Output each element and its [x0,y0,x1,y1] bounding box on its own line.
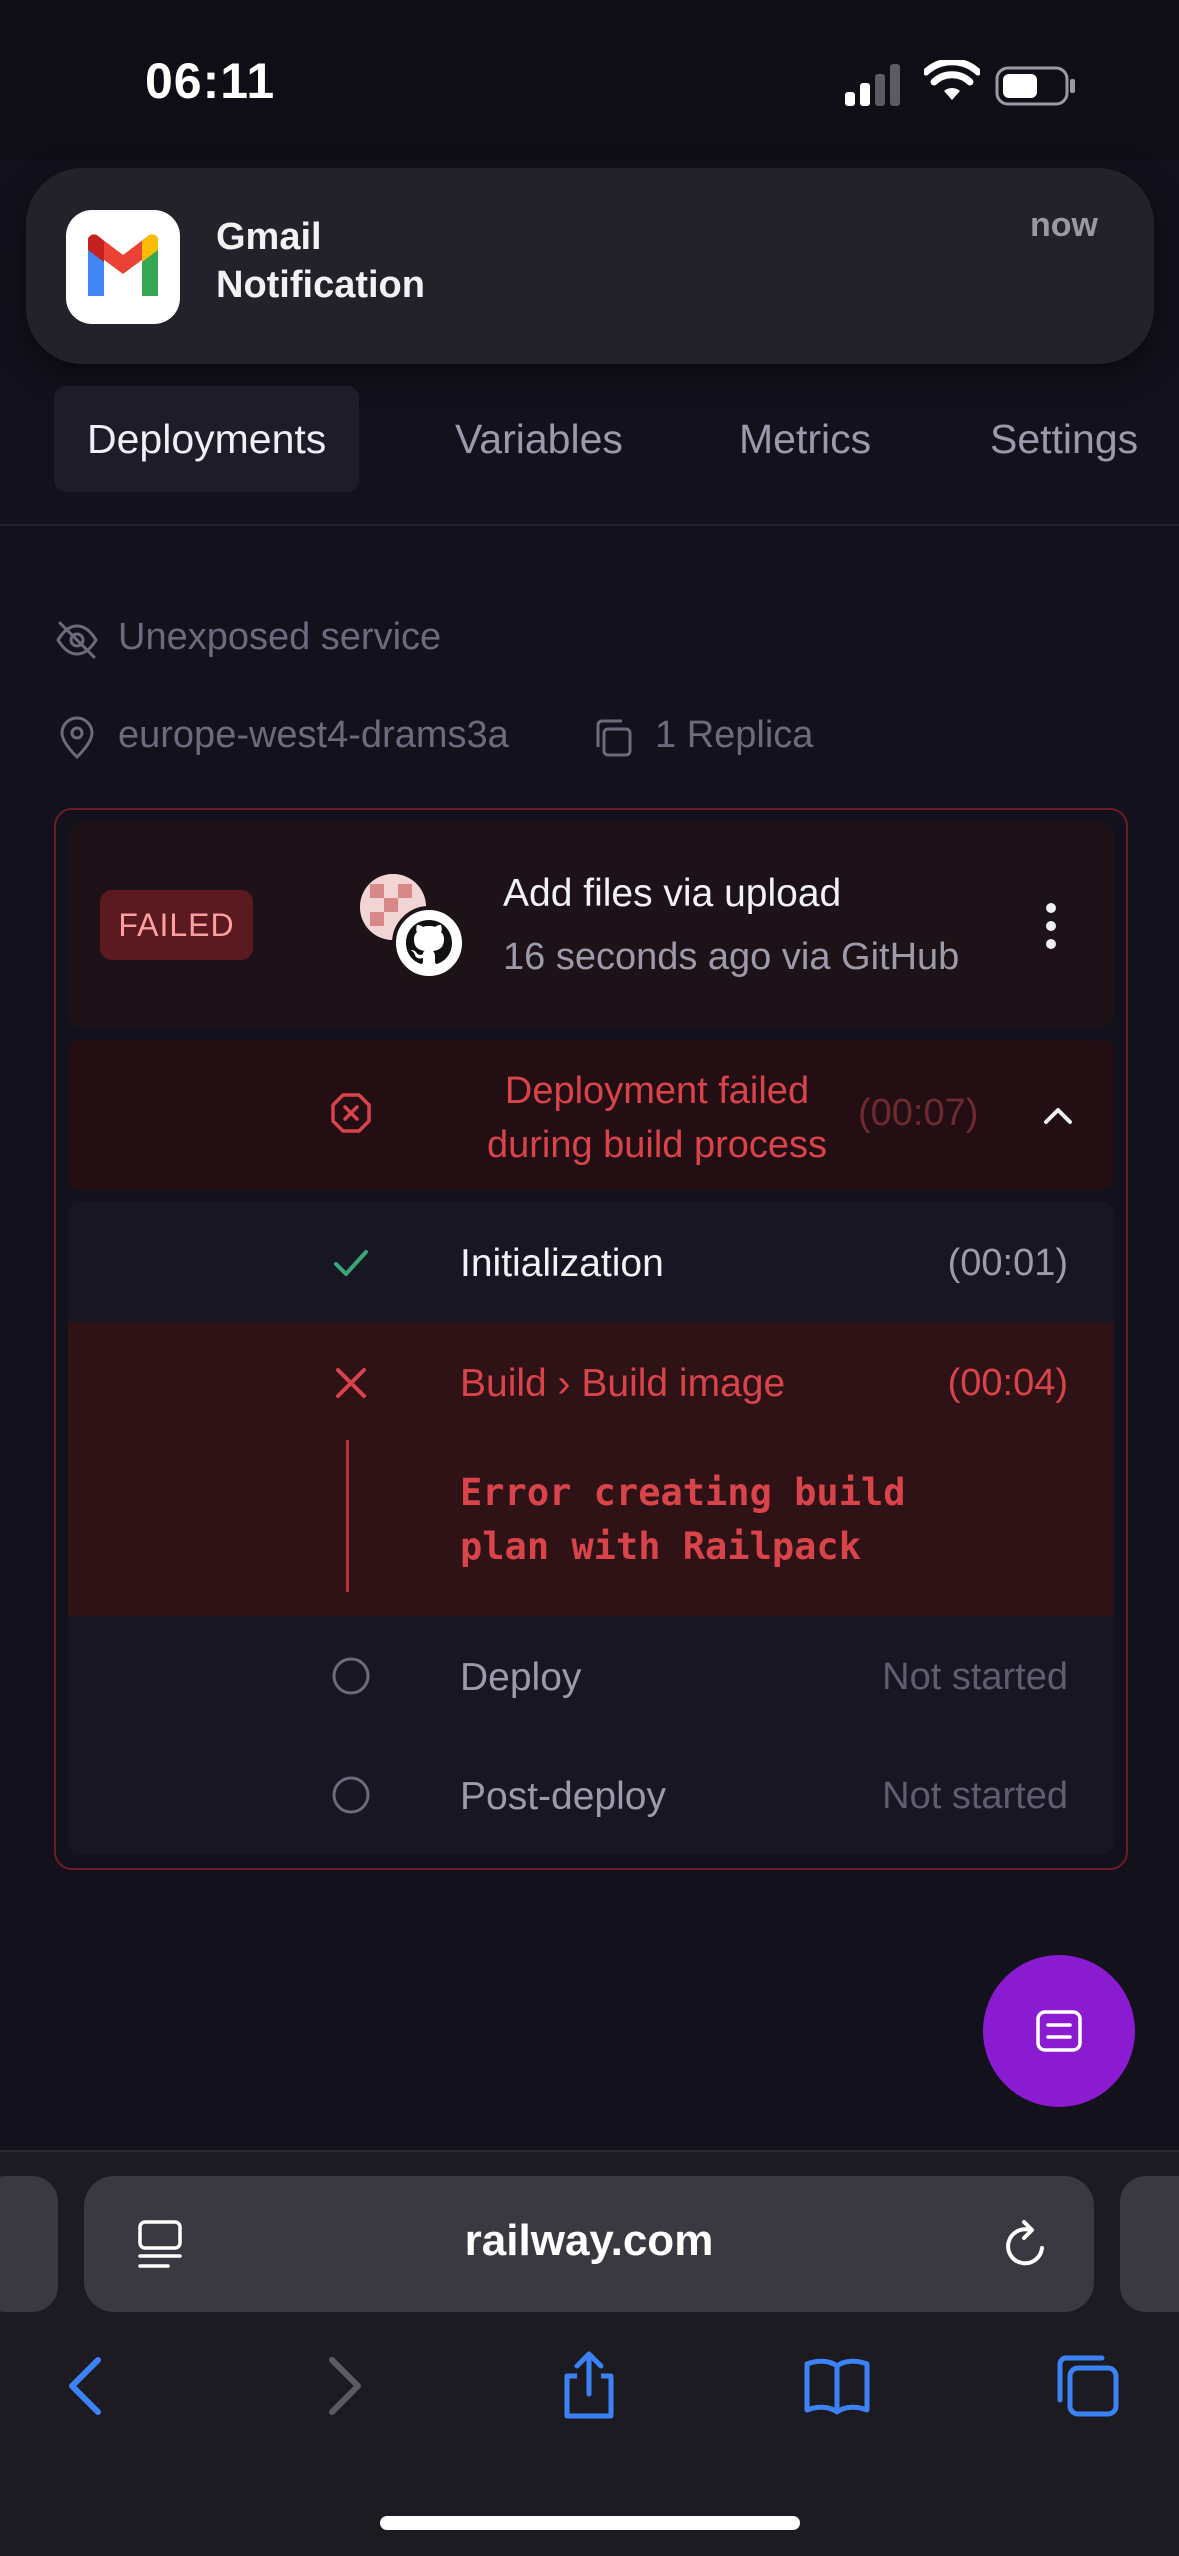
eye-off-icon [56,621,98,659]
tab-deployments[interactable]: Deployments [54,386,360,492]
tab-metrics[interactable]: Metrics [739,386,871,492]
status-badge: FAILED [100,890,253,960]
tabs-divider [0,524,1179,526]
gmail-icon [66,210,180,324]
share-icon[interactable] [553,2350,625,2422]
step-build[interactable]: Build › Build image [460,1362,785,1406]
commit-meta: 16 seconds ago via GitHub [503,936,960,978]
home-indicator [380,2516,800,2530]
notification-banner[interactable] [26,168,1154,364]
pending-circle-icon [332,1657,370,1695]
step-build-time: (00:04) [947,1362,1068,1404]
notification-text: Notification [216,264,425,306]
notification-time: now [1030,206,1098,244]
notification-app-name: Gmail [216,216,322,258]
tab-settings[interactable]: Settings [990,386,1138,492]
cellular-signal-icon [845,64,900,106]
step-initialization: Initialization [460,1242,664,1285]
reload-icon[interactable] [998,2214,1054,2274]
step-deploy-status: Not started [882,1656,1068,1698]
exposure-status: Unexposed service [118,616,442,658]
document-icon [1036,2010,1082,2052]
step-post-deploy: Post-deploy [460,1775,666,1818]
build-error-message: Error creating build plan with Railpack [460,1471,906,1568]
replica-count: 1 Replica [655,714,814,756]
more-options-icon[interactable] [1034,898,1068,954]
bookmarks-icon[interactable] [801,2350,873,2422]
x-icon [336,1368,366,1398]
error-circle-icon [331,1093,371,1133]
step-deploy: Deploy [460,1656,582,1699]
previous-tab-preview[interactable] [0,2176,58,2312]
pending-circle-icon [332,1776,370,1814]
region-label: europe-west4-drams3a [118,714,509,756]
step-initialization-time: (00:01) [947,1242,1068,1284]
location-pin-icon [60,716,94,760]
check-icon [334,1250,368,1276]
tab-variables[interactable]: Variables [455,386,623,492]
chevron-up-icon[interactable] [1040,1102,1076,1128]
error-indicator-line [346,1440,349,1592]
next-tab-preview[interactable] [1120,2176,1179,2312]
step-post-deploy-status: Not started [882,1775,1068,1817]
tabs-icon[interactable] [1052,2350,1124,2422]
forward-icon[interactable] [306,2350,378,2422]
github-icon [392,906,466,980]
back-icon[interactable] [52,2350,124,2422]
commit-title: Add files via upload [503,872,842,915]
browser-divider [0,2150,1179,2152]
replica-icon [596,719,632,757]
status-time: 06:11 [145,53,276,109]
wifi-icon [924,60,980,100]
failure-duration: (00:07) [858,1092,979,1134]
url-text[interactable]: railway.com [84,2216,1094,2266]
battery-icon [995,66,1075,106]
failure-message: Deployment failed during build process [486,1070,828,1166]
